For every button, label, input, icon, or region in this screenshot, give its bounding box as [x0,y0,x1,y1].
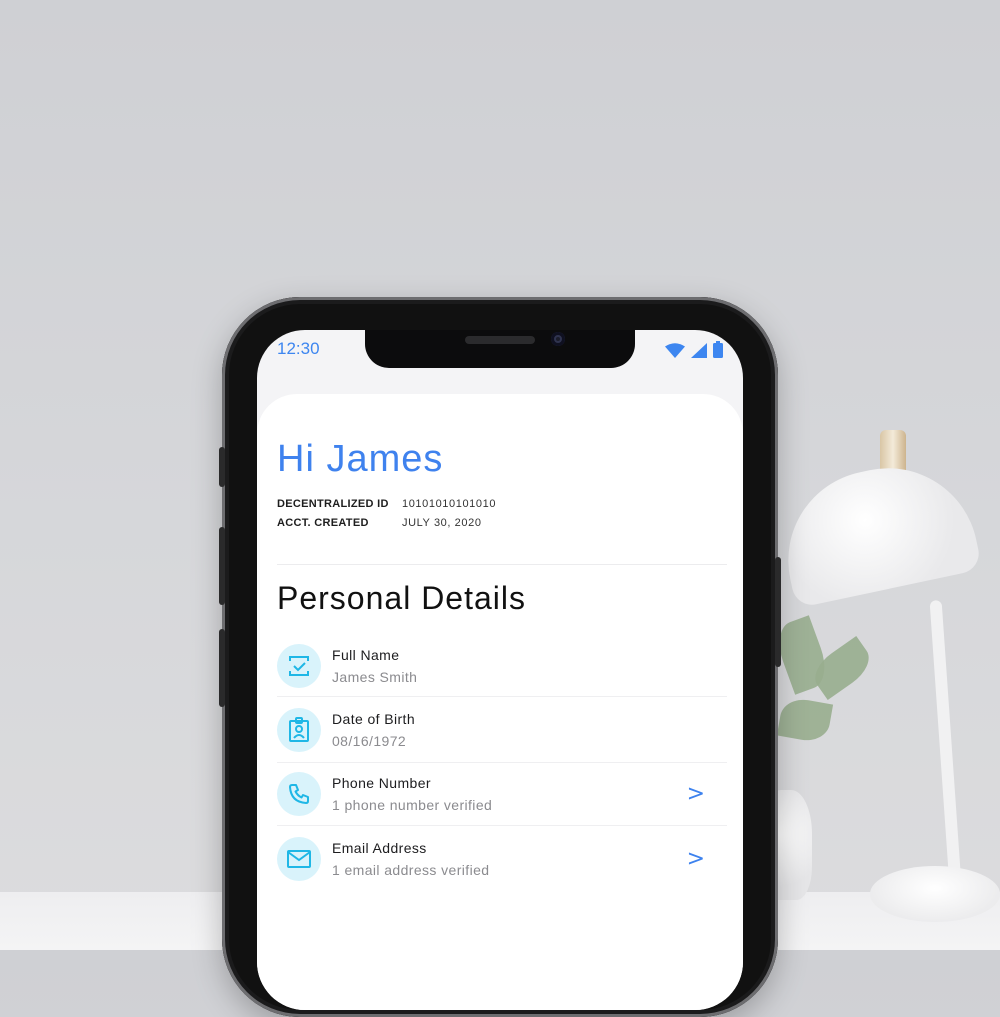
plant-leaf [776,695,834,745]
status-time: 12:30 [277,339,320,358]
detail-text: Full Name James Smith [332,647,417,685]
detail-item-email-address[interactable]: Email Address 1 email address verified > [277,826,727,892]
detail-subtitle: 1 phone number verified [332,797,493,813]
detail-title: Date of Birth [332,710,416,727]
detail-text: Email Address 1 email address verified [332,840,489,878]
status-icons [665,341,723,363]
volume-up-button [219,527,225,605]
earpiece-speaker [465,336,535,344]
meta-value: 10101010101010 [402,497,497,510]
chevron-right-icon[interactable]: > [687,782,705,807]
meta-row-decentralized-id: DECENTRALIZED ID 10101010101010 [277,494,496,513]
profile-card: Hi James DECENTRALIZED ID 10101010101010… [257,394,743,1010]
phone-icon [277,772,321,816]
phone-screen: 12:30 Hi James DECENTRALIZED ID 10101010… [257,330,743,1010]
lamp-shade [771,451,983,609]
lamp-base [870,866,1000,922]
notch [365,330,635,368]
detail-title: Phone Number [332,775,431,791]
section-divider [277,564,727,565]
detail-subtitle: James Smith [332,669,418,685]
wifi-icon [665,343,685,363]
id-check-icon [277,644,321,688]
battery-icon [713,341,723,363]
mute-switch [219,447,225,487]
account-meta: DECENTRALIZED ID 10101010101010 ACCT. CR… [277,494,496,532]
detail-item-date-of-birth[interactable]: Date of Birth 08/16/1972 [277,697,727,763]
detail-subtitle: 08/16/1972 [332,732,407,749]
lamp-arm [929,599,963,901]
detail-subtitle: 1 email address verified [332,862,490,878]
greeting-title: Hi James [277,438,444,480]
chevron-right-icon[interactable]: > [687,847,705,872]
meta-row-acct-created: ACCT. CREATED JULY 30, 2020 [277,513,496,532]
detail-text: Phone Number 1 phone number verified [332,775,492,813]
detail-item-full-name[interactable]: Full Name James Smith [277,636,727,697]
cellular-signal-icon [691,343,707,363]
detail-title: Email Address [332,840,427,856]
personal-details-list: Full Name James Smith Date of Birth 08/1… [277,636,727,892]
section-title: Personal Details [277,580,526,616]
front-camera [551,332,565,346]
meta-value: JULY 30, 2020 [402,516,482,529]
power-button [775,557,781,667]
mail-icon [277,837,321,881]
detail-title: Full Name [332,647,400,663]
badge-icon [277,707,321,752]
volume-down-button [219,629,225,707]
phone-device: 12:30 Hi James DECENTRALIZED ID 10101010… [219,297,781,1017]
meta-label: DECENTRALIZED ID [277,497,389,510]
detail-item-phone-number[interactable]: Phone Number 1 phone number verified > [277,763,727,826]
detail-text: Date of Birth 08/16/1972 [332,711,415,749]
meta-label: ACCT. CREATED [277,516,369,529]
